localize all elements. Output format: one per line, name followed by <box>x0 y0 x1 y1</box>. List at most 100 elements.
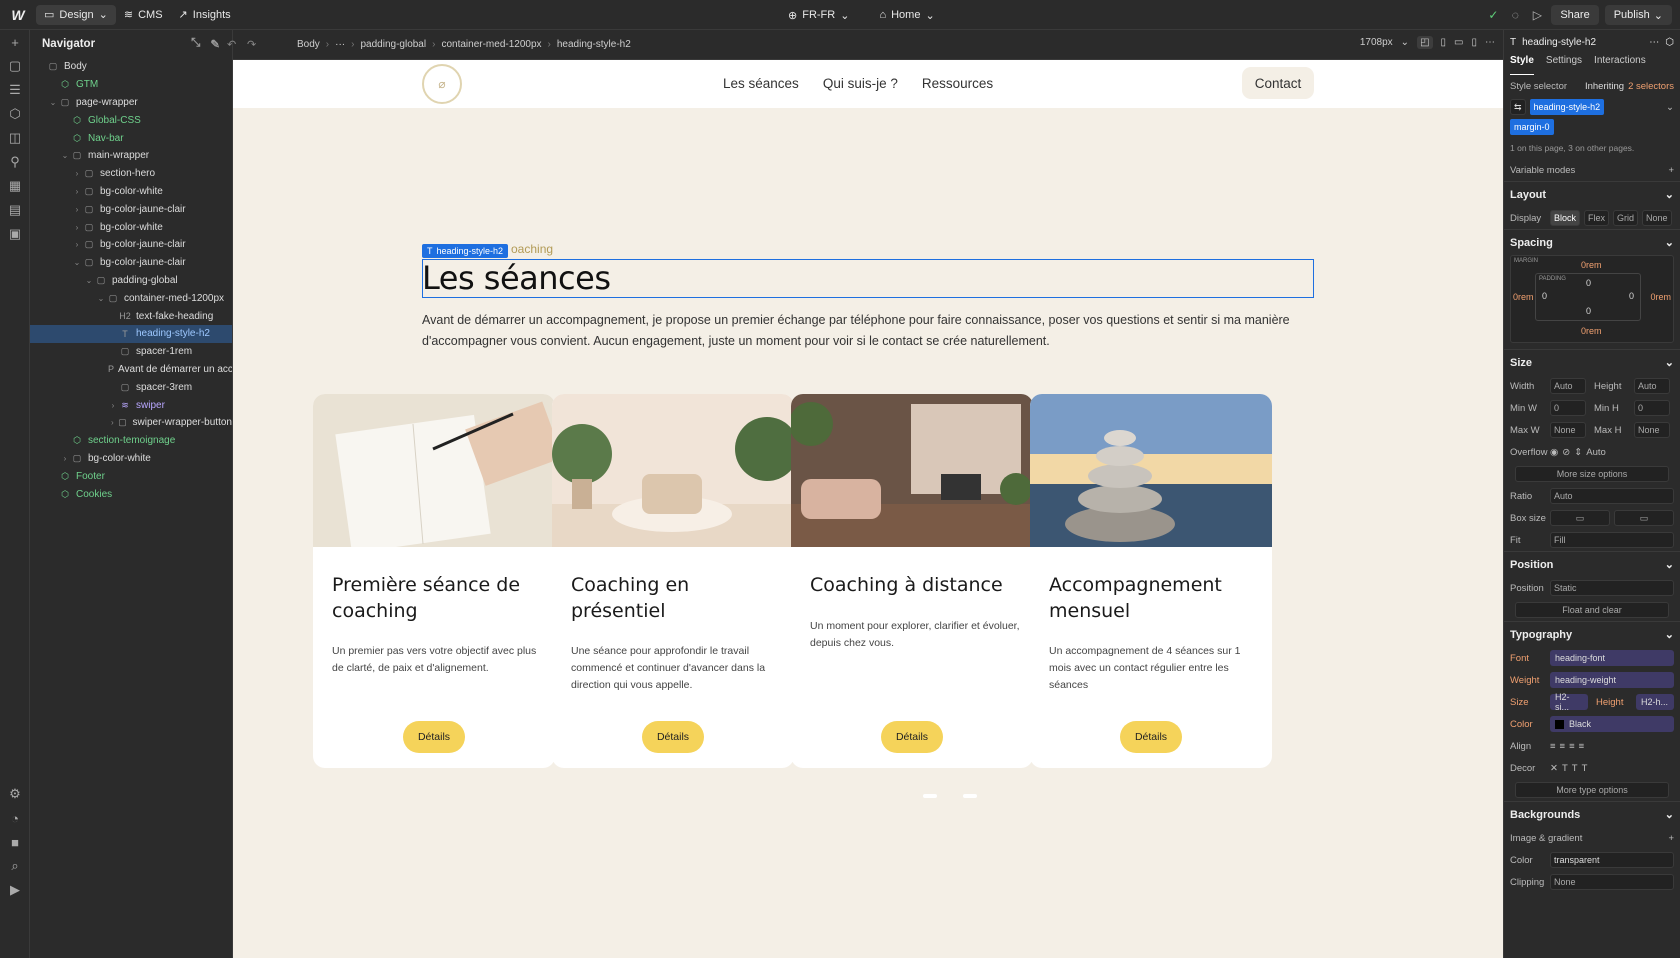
ratio-select[interactable]: Auto <box>1550 488 1674 504</box>
share-button[interactable]: Share <box>1551 5 1599 25</box>
tablet-icon[interactable]: ▯ <box>1441 37 1447 48</box>
audit-icon[interactable]: ◔ <box>0 806 30 830</box>
more-size-options-button[interactable]: More size options <box>1515 466 1669 482</box>
border-box-icon[interactable]: ▭ <box>1550 510 1610 526</box>
navigator-item[interactable]: ▢ Body <box>30 58 232 76</box>
class-pill[interactable]: margin-0 <box>1510 119 1554 135</box>
chevron-right-icon[interactable]: › <box>108 418 117 427</box>
chevron-down-icon[interactable]: ⌄ <box>1666 102 1674 113</box>
slider-dot[interactable] <box>963 794 977 798</box>
undo-icon[interactable]: ↶ <box>227 38 236 51</box>
intro-paragraph[interactable]: Avant de démarrer un accompagnement, je … <box>422 310 1314 352</box>
service-card[interactable]: Coaching à distance Un moment pour explo… <box>791 394 1033 768</box>
nav-link[interactable]: Qui suis-je ? <box>823 76 898 91</box>
navigator-item[interactable]: ⬡ Cookies <box>30 485 232 503</box>
display-none-button[interactable]: None <box>1642 210 1672 226</box>
cube-icon[interactable]: ⬡ <box>1665 37 1674 48</box>
min-height-input[interactable]: 0 <box>1634 400 1670 416</box>
design-mode-button[interactable]: ▭ Design ⌄ <box>36 4 116 25</box>
eye-icon[interactable]: ◉ <box>1550 447 1558 458</box>
more-icon[interactable]: ⋯ <box>1485 37 1495 48</box>
video-icon[interactable]: ▶ <box>0 878 30 902</box>
eye-off-icon[interactable]: ⊘ <box>1562 447 1570 458</box>
navigator-item[interactable]: › ▢ bg-color-jaune-clair <box>30 200 232 218</box>
display-flex-button[interactable]: Flex <box>1584 210 1610 226</box>
breadcrumb-item[interactable]: container-med-1200px <box>441 39 541 50</box>
selector-icon[interactable]: ⇆ <box>1510 99 1526 115</box>
size-section-title[interactable]: Size <box>1510 357 1532 369</box>
slider-dot[interactable] <box>923 794 937 798</box>
add-icon[interactable]: + <box>1668 165 1674 176</box>
settings-icon[interactable]: ⚙ <box>0 782 30 806</box>
chevron-right-icon[interactable]: › <box>72 187 82 196</box>
weight-variable[interactable]: heading-weight <box>1550 672 1674 688</box>
typography-section-title[interactable]: Typography <box>1510 629 1572 641</box>
navigator-item[interactable]: ⬡ section-temoignage <box>30 432 232 450</box>
strikethrough-icon[interactable]: T <box>1562 763 1568 774</box>
chevron-right-icon[interactable]: › <box>72 240 82 249</box>
navigator-item[interactable]: Theading-style-h2 <box>30 324 232 343</box>
margin-bottom[interactable]: 0rem <box>1581 326 1602 336</box>
search-icon[interactable]: ⌕ <box>0 854 30 878</box>
align-right-icon[interactable]: ≡ <box>1569 741 1575 752</box>
cms-button[interactable]: ≋ CMS <box>116 5 171 25</box>
padding-top[interactable]: 0 <box>1586 278 1591 288</box>
chevron-down-icon[interactable]: ⌄ <box>84 276 94 285</box>
breadcrumb-item[interactable]: padding-global <box>360 39 426 50</box>
padding-bottom[interactable]: 0 <box>1586 306 1591 316</box>
line-height-variable[interactable]: H2-h... <box>1636 694 1674 710</box>
clipping-select[interactable]: None <box>1550 874 1674 890</box>
color-variable[interactable]: Black <box>1550 716 1674 732</box>
service-card[interactable]: Première séance de coaching Un premier p… <box>313 394 555 768</box>
comment-icon[interactable]: ◌ <box>1507 7 1523 23</box>
padding-left[interactable]: 0 <box>1542 291 1547 301</box>
add-icon[interactable]: + <box>0 30 30 54</box>
cms-icon[interactable]: ▤ <box>0 198 30 222</box>
inheriting-count[interactable]: 2 selectors <box>1628 81 1674 92</box>
insights-button[interactable]: ↗ Insights <box>171 5 239 25</box>
eyebrow-text[interactable]: oaching <box>511 242 553 256</box>
mobile-landscape-icon[interactable]: ▭ <box>1454 37 1463 48</box>
navigator-item[interactable]: ⬡ Global-CSS <box>30 111 232 129</box>
margin-left[interactable]: 0rem <box>1513 292 1534 302</box>
navigator-item[interactable]: ⌄ ▢ page-wrapper <box>30 94 232 112</box>
scroll-icon[interactable]: ⇕ <box>1574 447 1582 458</box>
float-and-clear-button[interactable]: Float and clear <box>1515 602 1669 618</box>
chevron-down-icon[interactable]: ⌄ <box>60 151 70 160</box>
chevron-down-icon[interactable]: ⌄ <box>96 294 106 303</box>
details-button[interactable]: Détails <box>403 721 465 753</box>
overline-icon[interactable]: T <box>1582 763 1588 774</box>
more-type-options-button[interactable]: More type options <box>1515 782 1669 798</box>
chevron-right-icon[interactable]: › <box>72 169 82 178</box>
align-center-icon[interactable]: ≡ <box>1560 741 1566 752</box>
position-section-title[interactable]: Position <box>1510 559 1553 571</box>
mobile-portrait-icon[interactable]: ▯ <box>1471 37 1477 48</box>
add-icon[interactable]: + <box>1668 833 1674 844</box>
min-width-input[interactable]: 0 <box>1550 400 1586 416</box>
breadcrumb-item[interactable]: heading-style-h2 <box>557 39 631 50</box>
overflow-auto[interactable]: Auto <box>1586 447 1606 458</box>
breadcrumb-item[interactable]: Body <box>297 39 320 50</box>
backgrounds-section-title[interactable]: Backgrounds <box>1510 809 1580 821</box>
desktop-base-icon[interactable]: ◰ <box>1417 36 1433 49</box>
decor-none-icon[interactable]: ✕ <box>1550 763 1558 774</box>
service-card[interactable]: Accompagnement mensuel Un accompagnement… <box>1030 394 1272 768</box>
details-button[interactable]: Détails <box>881 721 943 753</box>
navigator-item[interactable]: ⬡ Footer <box>30 467 232 485</box>
max-width-input[interactable]: None <box>1550 422 1586 438</box>
components-icon[interactable]: ⬡ <box>0 102 30 126</box>
chevron-right-icon[interactable]: › <box>60 454 70 463</box>
publish-button[interactable]: Publish ⌄ <box>1604 5 1672 25</box>
navigator-item[interactable]: › ▢ bg-color-jaune-clair <box>30 236 232 254</box>
content-box-icon[interactable]: ▭ <box>1614 510 1674 526</box>
nav-link[interactable]: Les séances <box>723 76 799 91</box>
variables-icon[interactable]: ◫ <box>0 126 30 150</box>
pin-icon[interactable]: ✎ <box>210 37 220 51</box>
collapse-icon[interactable]: ⤡ <box>191 37 200 51</box>
styles-icon[interactable]: ⚲ <box>0 150 30 174</box>
class-pill[interactable]: heading-style-h2 <box>1529 99 1605 115</box>
navigator-item[interactable]: ⌄ ▢ bg-color-jaune-clair <box>30 254 232 272</box>
underline-icon[interactable]: T <box>1572 763 1578 774</box>
font-variable[interactable]: heading-font <box>1550 650 1674 666</box>
breadcrumb-item[interactable]: ··· <box>335 39 345 50</box>
